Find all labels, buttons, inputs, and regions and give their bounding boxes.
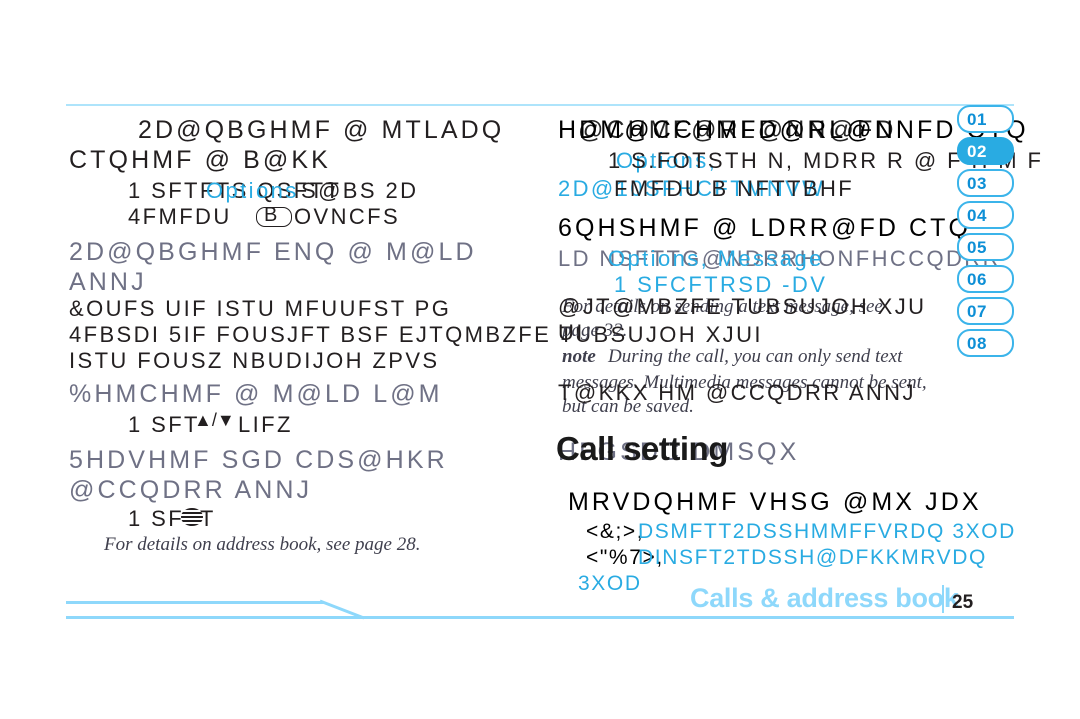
left-section2-heading-line2: ANNJ bbox=[69, 268, 147, 296]
footer-left-rule bbox=[66, 601, 324, 604]
left-section4-note: For details on address book, see page 28… bbox=[104, 534, 421, 555]
footer-page-number: 25 bbox=[952, 592, 974, 613]
right-section1-line2-black: FMFDU B NFTTBHF bbox=[614, 176, 855, 201]
footer-separator bbox=[942, 585, 944, 613]
chapter-tab-01-label: 01 bbox=[967, 110, 987, 129]
right-section2-overlay-line2: UI bbox=[558, 320, 585, 345]
ok-key-icon bbox=[181, 508, 203, 526]
chapter-tab-04[interactable]: 04 bbox=[957, 201, 1014, 229]
right-section2-heading: 6QHSHMF @ LDRR@FD CTQ bbox=[558, 214, 972, 242]
chapter-tab-05[interactable]: 05 bbox=[957, 233, 1014, 261]
chapter-tab-06-label: 06 bbox=[967, 270, 987, 289]
right-section3-body-line: MRVDQHMF VHSG @MX JDX bbox=[568, 488, 982, 516]
left-section3-step1-tail: LIFZ bbox=[238, 412, 293, 437]
chapter-tab-03-label: 03 bbox=[967, 174, 987, 193]
right-section2-overlay-line1: @JT@MBZFE TUBSUJOH XJU bbox=[558, 294, 927, 319]
right-section2-note-body1: During the call, you can only send text bbox=[608, 346, 903, 367]
footer-chapter-title: Calls & address book bbox=[690, 583, 959, 613]
up-down-arrow-icon: ▲/▼ bbox=[194, 410, 235, 430]
left-column: 2D@QBGHMF @ MTLADQ CTQHMF @ B@KK 1 SFTFT… bbox=[66, 108, 760, 578]
left-section1-step1-options-blue: Options bbox=[206, 178, 299, 203]
left-section1-heading-line2: CTQHMF @ B@KK bbox=[69, 146, 331, 174]
chapter-tab-02-label: 02 bbox=[967, 142, 987, 161]
left-section1-step2-key: B bbox=[264, 204, 278, 226]
right-section3-option1-key: <&;>, bbox=[586, 520, 645, 543]
right-section3-option2-text: DINSFT2TDSSH@DFKKMRVDQ bbox=[638, 546, 987, 569]
chapter-tab-01[interactable]: 01 bbox=[957, 105, 1014, 133]
right-section2-options-message-blue: Options, Message bbox=[608, 246, 824, 271]
left-section1-step2-black: 4FMFDU bbox=[128, 204, 232, 229]
right-section2-overlay-line3: T@KKX HM @CCQDRR ANNJ bbox=[558, 380, 916, 405]
chapter-tab-02[interactable]: 02 bbox=[957, 137, 1014, 165]
bottom-divider-rule bbox=[66, 616, 1014, 619]
left-section2-body-line3: ISTU FOUSZ NBUDIJOH ZPVS bbox=[69, 348, 440, 373]
manual-page: 2D@QBGHMF @ MTLADQ CTQHMF @ B@KK 1 SFTFT… bbox=[0, 0, 1080, 719]
chapter-tab-strip: 01 02 03 04 05 06 07 08 bbox=[957, 105, 1017, 357]
chapter-tab-08[interactable]: 08 bbox=[957, 329, 1014, 357]
chapter-tab-07-label: 07 bbox=[967, 302, 987, 321]
chapter-tab-05-label: 05 bbox=[967, 238, 987, 257]
call-setting-title: Call setting bbox=[556, 430, 728, 467]
top-divider-rule bbox=[66, 104, 1014, 106]
chapter-tab-03[interactable]: 03 bbox=[957, 169, 1014, 197]
left-section2-heading-line1: 2D@QBGHMF ENQ @ M@LD bbox=[69, 238, 477, 266]
right-section1-heading-fragment2: @CHMF@RL@NN@FD bbox=[578, 116, 897, 144]
chapter-tab-04-label: 04 bbox=[967, 206, 987, 225]
left-section3-step1-black: 1 SFT bbox=[128, 412, 200, 437]
left-section3-heading-line1: %HMCHMF @ M@LD L@M bbox=[69, 380, 443, 408]
right-column: HDM@CCHMFD@RL@NNFD CTQ @CHMF@RL@NN@FD Op… bbox=[556, 108, 1041, 595]
left-section4-heading-line2: @CCQDRR ANNJ bbox=[69, 476, 313, 504]
left-section1-heading-line1: 2D@QBGHMF @ MTLADQ bbox=[138, 116, 505, 144]
left-section2-body-line1: &OUFS UIF ISTU MFUUFST PG bbox=[69, 296, 452, 321]
right-section2-note-bold-label: note bbox=[562, 346, 596, 367]
chapter-tab-06[interactable]: 06 bbox=[957, 265, 1014, 293]
chapter-tab-07[interactable]: 07 bbox=[957, 297, 1014, 325]
left-section1-step1-tail: S@BS 2D bbox=[301, 178, 419, 203]
right-section3-option1-text: DSMFTT2DSSHMMFFVRDQ 3XOD bbox=[638, 520, 1016, 543]
left-section4-heading-line1: 5HDVHMF SGD CDS@HKR bbox=[69, 446, 448, 474]
chapter-tab-08-label: 08 bbox=[967, 334, 987, 353]
right-section3-option3-text: 3XOD bbox=[578, 572, 642, 595]
left-section1-step2-tail: OVNCFS bbox=[294, 204, 401, 229]
